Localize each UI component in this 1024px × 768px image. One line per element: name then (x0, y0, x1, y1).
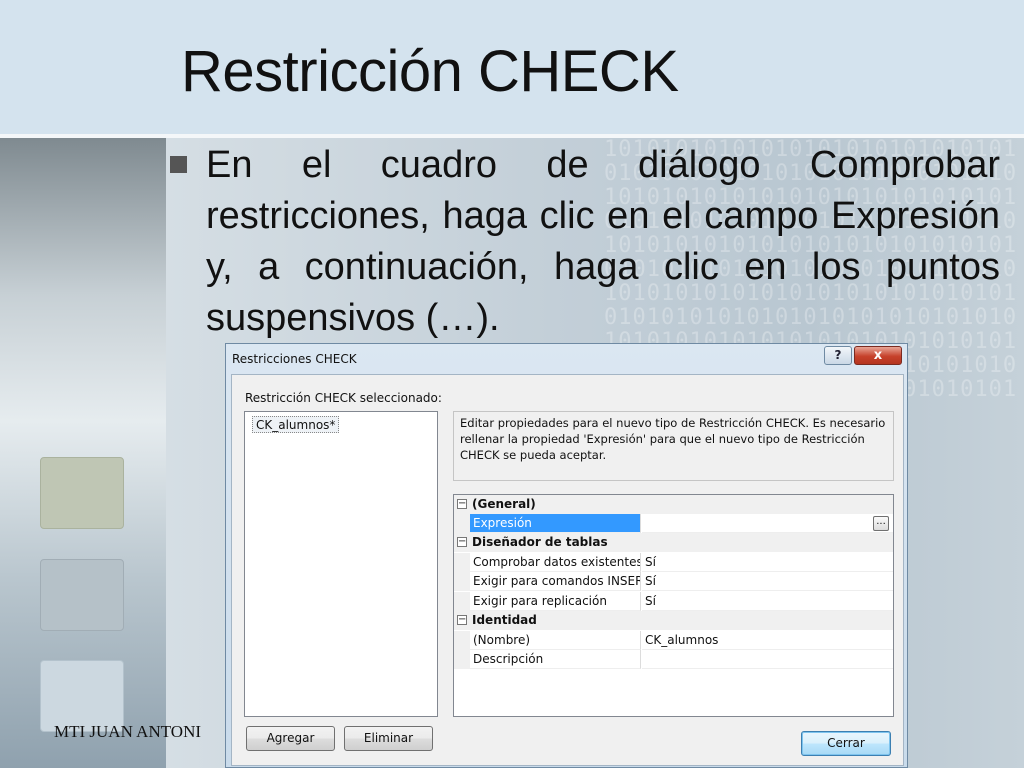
property-row-comprobar[interactable]: Comprobar datos existentes al Sí (454, 553, 893, 572)
property-value[interactable] (642, 650, 893, 669)
category-label: Diseñador de tablas (472, 535, 608, 549)
property-name[interactable]: Descripción (470, 650, 641, 669)
property-value[interactable]: CK_alumnos (642, 631, 893, 650)
slide-footer: MTI JUAN ANTONI (54, 722, 202, 741)
bullet-text: En el cuadro de diálogo Comprobar restri… (206, 144, 1000, 339)
collapse-icon[interactable]: − (457, 499, 467, 509)
info-panel: Editar propiedades para el nuevo tipo de… (453, 411, 894, 481)
property-value[interactable]: Sí (642, 553, 893, 572)
property-value[interactable]: Sí (642, 572, 893, 591)
property-name[interactable]: Expresión (470, 514, 641, 533)
decor-square-1 (40, 457, 124, 529)
add-button[interactable]: Agregar (246, 726, 335, 751)
title-separator (0, 134, 1024, 138)
decor-square-2 (40, 559, 124, 631)
category-label: Identidad (472, 613, 537, 627)
bullet-square-icon (170, 156, 187, 173)
check-constraints-dialog: Restricciones CHECK ? x Restricción CHEC… (225, 343, 908, 768)
collapse-icon[interactable]: − (457, 537, 467, 547)
property-grid[interactable]: − (General) Expresión ... − Diseñador de… (453, 494, 894, 717)
property-name[interactable]: Exigir para comandos INSERT y (470, 572, 641, 591)
help-button[interactable]: ? (824, 346, 852, 365)
property-row-expresion[interactable]: Expresión ... (454, 514, 893, 533)
category-identidad[interactable]: − Identidad (454, 611, 893, 630)
property-name[interactable]: Exigir para replicación (470, 592, 641, 611)
row-gutter (454, 631, 470, 650)
dialog-client-area: Restricción CHECK seleccionado: CK_alumn… (231, 374, 904, 766)
delete-button[interactable]: Eliminar (344, 726, 433, 751)
selected-constraint-label: Restricción CHECK seleccionado: (245, 391, 442, 405)
row-gutter (454, 592, 470, 611)
close-window-button[interactable]: x (854, 346, 902, 365)
row-gutter (454, 572, 470, 591)
constraint-list[interactable]: CK_alumnos* (244, 411, 438, 717)
close-button[interactable]: Cerrar (801, 731, 891, 756)
expresion-value-field[interactable] (642, 514, 893, 533)
collapse-icon[interactable]: − (457, 615, 467, 625)
property-row-descripcion[interactable]: Descripción (454, 650, 893, 669)
row-gutter (454, 650, 470, 669)
row-gutter (454, 514, 470, 533)
property-row-exigir-insert[interactable]: Exigir para comandos INSERT y Sí (454, 572, 893, 591)
dialog-title: Restricciones CHECK (232, 352, 357, 366)
category-general[interactable]: − (General) (454, 495, 893, 514)
property-name[interactable]: Comprobar datos existentes al (470, 553, 641, 572)
property-row-exigir-replicacion[interactable]: Exigir para replicación Sí (454, 592, 893, 611)
info-text: Editar propiedades para el nuevo tipo de… (460, 416, 886, 462)
constraint-list-item[interactable]: CK_alumnos* (252, 416, 340, 433)
property-value[interactable]: Sí (642, 592, 893, 611)
expression-ellipsis-button[interactable]: ... (873, 516, 889, 531)
row-gutter (454, 553, 470, 572)
category-disenador[interactable]: − Diseñador de tablas (454, 533, 893, 552)
property-name[interactable]: (Nombre) (470, 631, 641, 650)
category-label: (General) (472, 497, 536, 511)
slide-title: Restricción CHECK (181, 39, 679, 104)
property-row-nombre[interactable]: (Nombre) CK_alumnos (454, 631, 893, 650)
